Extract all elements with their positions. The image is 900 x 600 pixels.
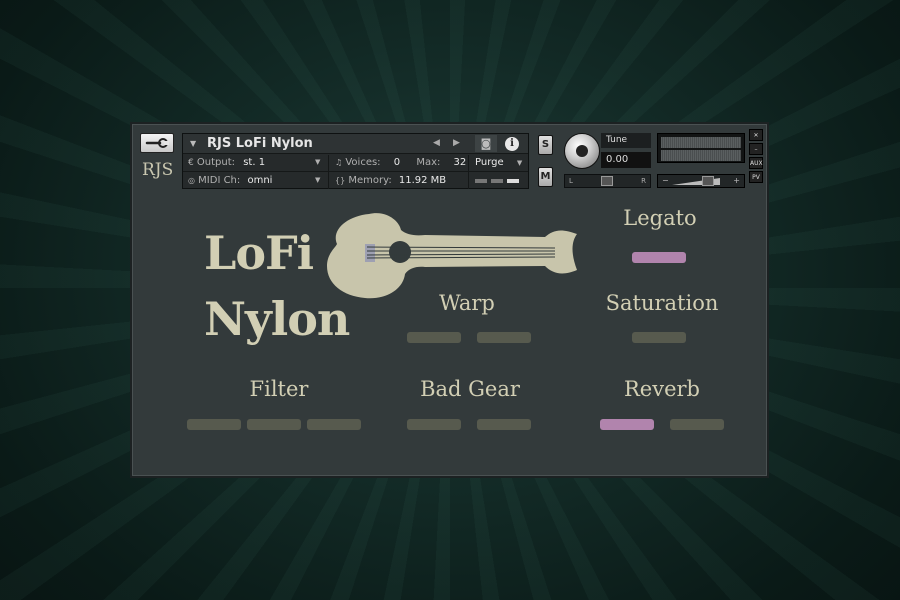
minimize-icon[interactable]: –: [749, 143, 763, 155]
wrench-icon[interactable]: [140, 133, 174, 153]
reverb-label: Reverb: [623, 377, 700, 401]
pan-handle[interactable]: [601, 176, 613, 186]
reverb-switch-1[interactable]: [600, 419, 654, 430]
level-meter: [657, 133, 745, 163]
saturation-label: Saturation: [605, 291, 719, 315]
pv-button[interactable]: PV: [749, 171, 763, 183]
voices-row: ♫ Voices: 0 Max: 32: [335, 155, 466, 170]
filter-switch-2[interactable]: [247, 419, 301, 430]
instrument-name[interactable]: RJS LoFi Nylon: [207, 136, 313, 151]
instrument-title-bar: ▼ RJS LoFi Nylon ◀ ▶ ◙ i: [183, 134, 528, 154]
midi-dropdown-icon[interactable]: ▼: [315, 173, 320, 188]
voices-label: Voices:: [345, 157, 381, 168]
output-row[interactable]: € Output: st. 1 ▼: [188, 155, 320, 170]
voices-icon: ♫: [335, 158, 343, 167]
volume-handle[interactable]: [702, 176, 714, 186]
output-dropdown-icon[interactable]: ▼: [315, 155, 320, 170]
midi-value: omni: [247, 175, 273, 186]
volume-slider[interactable]: − +: [657, 174, 745, 188]
tune-knob[interactable]: [564, 133, 600, 169]
instrument-info-box: ▼ RJS LoFi Nylon ◀ ▶ ◙ i € Output: st. 1…: [182, 133, 529, 189]
aux-button[interactable]: AUX: [749, 157, 763, 169]
memory-label: Memory:: [348, 175, 392, 186]
output-label: Output:: [196, 157, 236, 168]
filter-switch-3[interactable]: [307, 419, 361, 430]
bad-gear-switch-2[interactable]: [477, 419, 531, 430]
title-line-2: Nylon: [204, 292, 350, 346]
title-line-1: LoFi: [204, 226, 314, 280]
midi-label: MIDI Ch:: [198, 175, 241, 186]
purge-indicator: [475, 176, 523, 187]
midi-icon: ◎: [188, 176, 195, 185]
pan-right-label: R: [641, 177, 646, 185]
dropdown-icon[interactable]: ▼: [190, 139, 196, 148]
tune-label: Tune: [601, 133, 651, 148]
filter-switch-1[interactable]: [187, 419, 241, 430]
bad-gear-switch-1[interactable]: [407, 419, 461, 430]
warp-switch-2[interactable]: [477, 332, 531, 343]
purge-label: Purge: [475, 157, 504, 168]
pan-slider[interactable]: L R: [564, 174, 651, 188]
guitar-icon: [327, 213, 577, 299]
bad-gear-label: Bad Gear: [420, 377, 520, 401]
tune-value[interactable]: 0.00: [601, 152, 651, 168]
volume-minus-label: −: [662, 176, 669, 185]
close-icon[interactable]: ✕: [749, 129, 763, 141]
purge-dropdown-icon[interactable]: ▼: [517, 159, 522, 167]
info-icon[interactable]: i: [505, 137, 519, 151]
camera-icon[interactable]: ◙: [475, 135, 497, 152]
memory-row: {} Memory: 11.92 MB: [335, 173, 446, 188]
next-icon[interactable]: ▶: [453, 138, 460, 148]
instrument-panel: RJS ▼ RJS LoFi Nylon ◀ ▶ ◙ i € Output: s…: [130, 122, 769, 478]
mute-button[interactable]: M: [538, 167, 553, 187]
rjs-logo: RJS: [142, 160, 174, 180]
reverb-switch-2[interactable]: [670, 419, 724, 430]
side-buttons: ✕ – AUX PV: [749, 129, 763, 185]
saturation-switch[interactable]: [632, 332, 686, 343]
legato-label: Legato: [623, 206, 697, 230]
filter-label: Filter: [249, 377, 309, 401]
output-icon: €: [188, 158, 194, 168]
volume-plus-label: +: [733, 176, 740, 185]
midi-row[interactable]: ◎ MIDI Ch: omni ▼: [188, 173, 320, 188]
previous-icon[interactable]: ◀: [433, 138, 440, 148]
max-value[interactable]: 32: [454, 157, 467, 168]
purge-menu[interactable]: Purge ▼: [475, 155, 522, 170]
pan-left-label: L: [569, 177, 573, 185]
output-value: st. 1: [243, 157, 266, 168]
solo-button[interactable]: S: [538, 135, 553, 155]
voices-value: 0: [393, 157, 401, 168]
max-label: Max:: [416, 157, 441, 168]
memory-value: 11.92 MB: [398, 175, 447, 186]
warp-label: Warp: [439, 291, 495, 315]
memory-icon: {}: [335, 176, 346, 185]
legato-switch[interactable]: [632, 252, 686, 263]
warp-switch-1[interactable]: [407, 332, 461, 343]
